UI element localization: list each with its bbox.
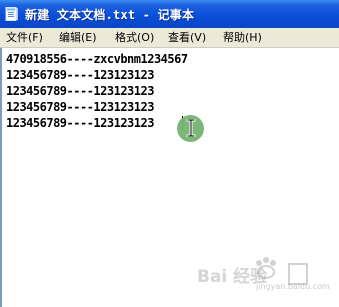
title-bar[interactable]: 新建 文本文档.txt - 记事本	[0, 0, 339, 28]
text-line: 470918556----zxcvbnm1234567	[6, 52, 188, 66]
menu-edit[interactable]: 编辑(E)	[59, 31, 97, 44]
menu-view[interactable]: 查看(V)	[168, 31, 206, 44]
text-cursor-icon	[186, 119, 196, 137]
menu-bar: 文件(F) 编辑(E) 格式(O) 查看(V) 帮助(H)	[0, 28, 339, 48]
menu-help[interactable]: 帮助(H)	[223, 31, 262, 44]
menu-file[interactable]: 文件(F)	[6, 31, 43, 44]
notepad-icon	[5, 7, 18, 21]
window-title: 新建 文本文档.txt - 记事本	[25, 8, 195, 22]
menu-format[interactable]: 格式(O)	[115, 31, 154, 44]
text-line: 123456789----123123123	[6, 84, 154, 98]
watermark-url: jingyan.baidu.com	[256, 282, 330, 291]
text-line: 123456789----123123123	[6, 116, 154, 130]
notepad-window: 新建 文本文档.txt - 记事本 文件(F) 编辑(E) 格式(O) 查看(V…	[0, 0, 339, 307]
text-line: 123456789----123123123	[6, 68, 154, 82]
text-line: 123456789----123123123	[6, 100, 154, 114]
